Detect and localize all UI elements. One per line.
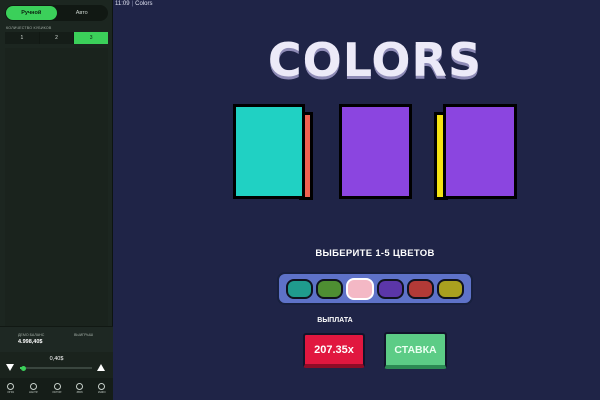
cube-2 — [339, 104, 412, 199]
swatch-olive[interactable] — [437, 278, 464, 299]
cube-count-selector: 1 2 3 — [5, 32, 109, 44]
top-bar: 11:09 | Colors — [115, 0, 152, 9]
color-palette — [277, 272, 473, 305]
cube-count-label: КОЛИЧЕСТВО КУБИКОВ — [6, 26, 52, 30]
cube-count-1-button[interactable]: 1 — [5, 32, 39, 44]
app-name: Colors — [135, 1, 153, 7]
swatch-purple[interactable] — [377, 278, 404, 299]
balance-area: ДЕМО БАЛАНС 4.998,40$ ВЫИГРЫШ — [0, 326, 113, 352]
mode-auto-button[interactable]: Авто — [57, 6, 108, 20]
bet-amount: 0,40$ — [49, 356, 64, 362]
sidebar: Ручной Авто КОЛИЧЕСТВО КУБИКОВ 1 2 3 ДЕМ… — [0, 0, 113, 400]
cube-count-2-button[interactable]: 2 — [39, 32, 74, 44]
balance-label: ДЕМО БАЛАНС — [18, 333, 45, 337]
cube-3-face — [443, 104, 517, 199]
cube-1-face — [233, 104, 305, 199]
payout-multiplier: 207.35x — [303, 333, 365, 368]
bet-button[interactable]: СТАВКА — [384, 332, 447, 369]
choose-colors-label: ВЫБЕРИТЕ 1-5 ЦВЕТОВ — [315, 248, 435, 259]
bet-slider[interactable] — [20, 365, 92, 371]
footer-toolbar: ИГРА НАСТР. ИСТОР. ЗВУК ИНФО — [0, 378, 113, 400]
cube-1 — [233, 104, 315, 200]
swatch-green[interactable] — [316, 278, 343, 299]
cube-count-3-button[interactable]: 3 — [74, 32, 109, 44]
win-label: ВЫИГРЫШ — [74, 333, 93, 337]
settings-icon[interactable]: НАСТР. — [29, 383, 38, 394]
info-icon[interactable]: ИНФО — [98, 383, 106, 394]
cube-2-face — [339, 104, 412, 199]
mode-manual-button[interactable]: Ручной — [6, 6, 57, 20]
game-title: COLORS — [267, 33, 483, 87]
sidebar-panel — [5, 48, 108, 326]
separator: | — [131, 1, 134, 7]
bet-slider-handle[interactable] — [21, 365, 27, 371]
bet-decrease-icon[interactable] — [6, 364, 14, 371]
sound-icon[interactable]: ЗВУК — [76, 383, 84, 394]
swatch-red[interactable] — [407, 278, 434, 299]
bet-area: 0,40$ — [0, 352, 113, 378]
payout-title: ВЫПЛАТА — [317, 317, 353, 324]
bet-increase-icon[interactable] — [97, 364, 105, 371]
history-icon[interactable]: ИСТОР. — [52, 383, 62, 394]
swatch-pink[interactable] — [346, 277, 374, 300]
play-icon[interactable]: ИГРА — [7, 383, 15, 394]
mode-toggle: Ручной Авто — [5, 5, 108, 21]
clock: 11:09 — [115, 1, 130, 7]
balance-value: 4.998,40$ — [18, 339, 43, 345]
cube-3 — [433, 104, 517, 200]
swatch-teal[interactable] — [286, 278, 313, 299]
